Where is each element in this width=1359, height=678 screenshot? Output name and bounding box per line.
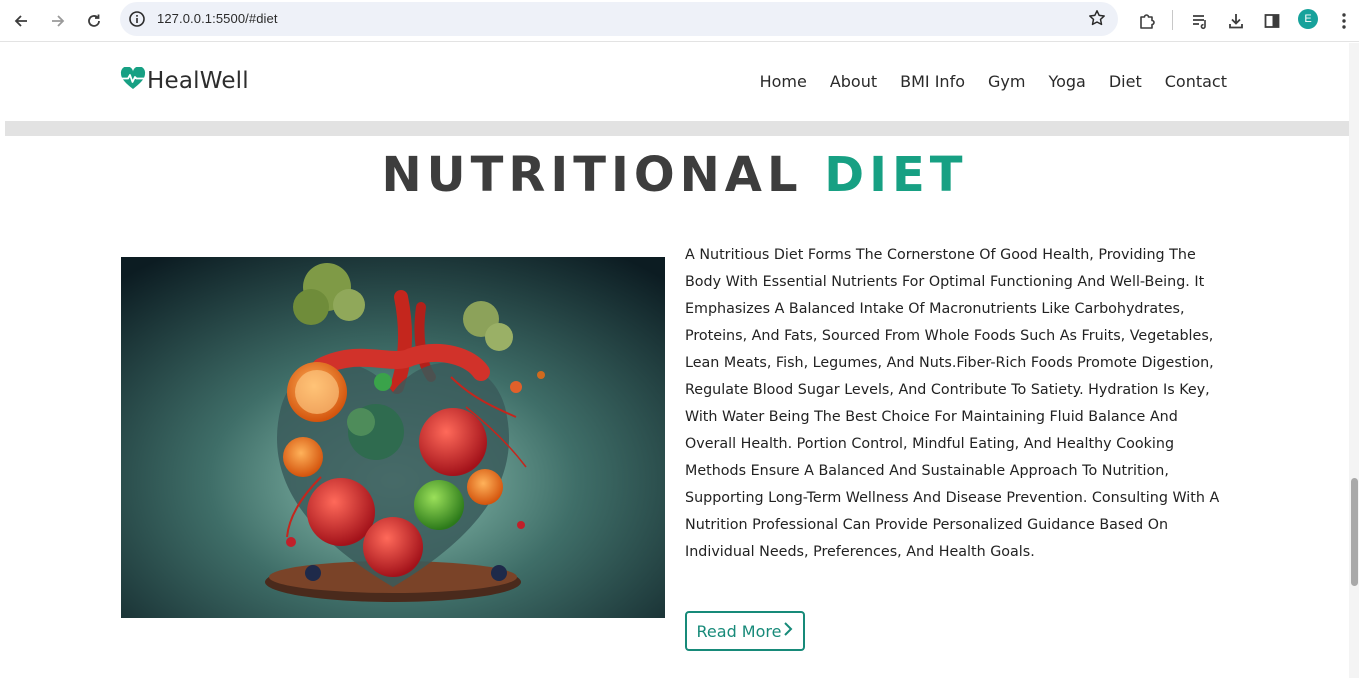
- profile-avatar[interactable]: E: [1298, 9, 1318, 29]
- address-bar[interactable]: 127.0.0.1:5500/#diet: [120, 2, 1118, 36]
- page-scrollbar-thumb[interactable]: [1351, 478, 1358, 586]
- toolbar-separator: [1172, 10, 1173, 30]
- main-nav: Home About BMI Info Gym Yoga Diet Contac…: [760, 72, 1227, 91]
- more-menu-icon[interactable]: [1331, 8, 1357, 34]
- back-icon[interactable]: [8, 8, 34, 34]
- read-more-label: Read More: [696, 621, 782, 641]
- logo-text: HealWell: [147, 68, 249, 94]
- section-title: NUTRITIONAL DIET: [0, 147, 1349, 203]
- nav-about[interactable]: About: [830, 72, 877, 91]
- url-text[interactable]: 127.0.0.1:5500/#diet: [157, 11, 278, 26]
- site-header: HealWell Home About BMI Info Gym Yoga Di…: [0, 43, 1349, 121]
- read-more-button[interactable]: Read More: [685, 611, 805, 651]
- reading-list-icon[interactable]: [1187, 8, 1213, 34]
- extensions-icon[interactable]: [1134, 8, 1160, 34]
- forward-icon[interactable]: [45, 8, 71, 34]
- heart-pulse-icon: [120, 66, 146, 95]
- chevron-right-icon: [783, 621, 793, 641]
- diet-heart-image: [121, 257, 665, 618]
- nav-home[interactable]: Home: [760, 72, 807, 91]
- reload-icon[interactable]: [81, 8, 107, 34]
- section-divider-band: [5, 121, 1349, 136]
- site-logo[interactable]: HealWell: [120, 66, 249, 95]
- browser-toolbar: 127.0.0.1:5500/#diet E: [0, 0, 1359, 42]
- bookmark-star-icon[interactable]: [1088, 9, 1106, 31]
- section-title-main: NUTRITIONAL: [381, 147, 803, 203]
- section-title-accent: DIET: [824, 147, 968, 203]
- nav-gym[interactable]: Gym: [988, 72, 1025, 91]
- nav-yoga[interactable]: Yoga: [1048, 72, 1085, 91]
- nav-bmi-info[interactable]: BMI Info: [900, 72, 965, 91]
- side-panel-icon[interactable]: [1259, 8, 1285, 34]
- nav-diet[interactable]: Diet: [1109, 72, 1142, 91]
- page-viewport: HealWell Home About BMI Info Gym Yoga Di…: [0, 43, 1349, 678]
- diet-description: A Nutritious Diet Forms The Cornerstone …: [685, 247, 1220, 560]
- download-icon[interactable]: [1223, 8, 1249, 34]
- site-info-icon[interactable]: [128, 10, 146, 32]
- nav-contact[interactable]: Contact: [1165, 72, 1227, 91]
